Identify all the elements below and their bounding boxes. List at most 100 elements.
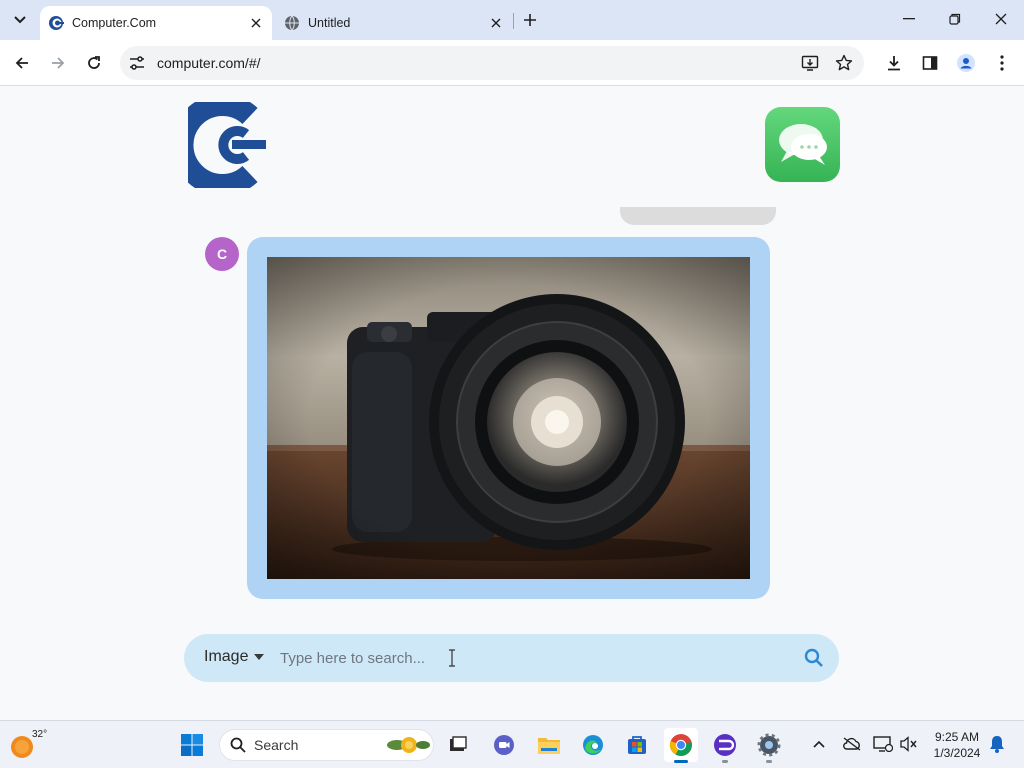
text-cursor-icon: [448, 648, 456, 668]
side-panel-button[interactable]: [917, 50, 943, 76]
minimize-button[interactable]: [894, 6, 924, 32]
weather-widget[interactable]: 32°: [10, 729, 50, 761]
chat-bubbles-icon: [778, 123, 827, 165]
volume-tray-button[interactable]: [898, 733, 920, 755]
download-icon: [888, 56, 900, 71]
chrome-icon: [669, 734, 692, 756]
edge-button[interactable]: [576, 728, 610, 762]
search-icon: [230, 737, 246, 753]
settings-icon: [757, 733, 781, 757]
task-view-button[interactable]: [441, 728, 475, 762]
tab-title: Untitled: [308, 16, 351, 30]
profile-icon: [957, 54, 975, 72]
globe-icon: [284, 15, 300, 31]
install-app-icon[interactable]: [800, 53, 820, 73]
store-button[interactable]: [620, 728, 654, 762]
video-chat-icon: [494, 735, 514, 755]
show-hidden-icons-button[interactable]: [808, 733, 830, 755]
weather-temperature: 32°: [32, 729, 48, 740]
volume-muted-icon: [900, 736, 917, 752]
logo-icon: [171, 94, 266, 196]
address-bar[interactable]: computer.com/#/: [120, 46, 864, 80]
new-tab-button[interactable]: [519, 9, 541, 31]
taskbar: 32° Search 9:25 AM 1/3/2024: [0, 720, 1024, 768]
store-icon: [628, 736, 646, 754]
close-tab-icon[interactable]: [486, 13, 506, 33]
reload-button[interactable]: [81, 50, 107, 76]
meet-button[interactable]: [487, 728, 521, 762]
browser-menu-button[interactable]: [989, 50, 1015, 76]
page-content: C Image Type here to search...: [0, 87, 1024, 720]
clock-time: 9:25 AM: [934, 730, 980, 744]
weather-sun-icon: [11, 736, 33, 758]
app-icon: [714, 734, 736, 756]
bell-icon: [990, 736, 1004, 753]
taskbar-search[interactable]: Search: [219, 729, 434, 761]
clock-date: 1/3/2024: [933, 746, 981, 760]
running-app-indicator: [722, 760, 728, 763]
camera-image: [267, 257, 750, 579]
restore-button[interactable]: [940, 6, 970, 32]
browser-toolbar: computer.com/#/: [0, 40, 1024, 86]
url-text[interactable]: computer.com/#/: [157, 55, 261, 71]
taskbar-search-label: Search: [254, 737, 299, 753]
messages-app-icon[interactable]: [765, 107, 840, 182]
edge-icon: [583, 735, 603, 755]
close-tab-icon[interactable]: [246, 13, 266, 33]
close-window-button[interactable]: [986, 6, 1016, 32]
back-button[interactable]: [9, 50, 35, 76]
settings-button[interactable]: [752, 728, 786, 763]
cloud-offline-icon: [843, 737, 861, 751]
reload-icon: [88, 56, 100, 69]
close-icon: [995, 13, 1007, 25]
file-explorer-button[interactable]: [532, 728, 566, 762]
task-view-icon: [450, 736, 467, 751]
onedrive-tray-button[interactable]: [841, 733, 863, 755]
search-input[interactable]: [280, 645, 780, 671]
search-highlight-icon: [387, 737, 430, 753]
start-button[interactable]: [175, 728, 209, 762]
system-clock[interactable]: 9:25 AM 1/3/2024: [926, 729, 988, 761]
chrome-button[interactable]: [664, 728, 698, 763]
windows-start-icon: [181, 734, 203, 756]
tab-title: Computer.Com: [72, 16, 157, 30]
caret-down-icon: [254, 654, 265, 660]
tab-computer-com[interactable]: Computer.Com: [40, 6, 272, 40]
active-app-indicator: [674, 760, 688, 763]
minimize-icon: [903, 18, 915, 20]
more-vert-icon: [1000, 55, 1004, 71]
previous-message-bubble: [620, 207, 776, 225]
folder-icon: [538, 738, 560, 754]
downloads-button[interactable]: [881, 50, 907, 76]
arrow-left-icon: [15, 57, 28, 69]
restore-icon: [949, 13, 961, 25]
search-icon: [804, 648, 823, 667]
camera-photo[interactable]: [267, 257, 750, 579]
chevron-down-icon: [14, 16, 26, 24]
network-tray-button[interactable]: [872, 733, 894, 755]
site-info-icon[interactable]: [128, 54, 146, 72]
browser-titlebar: Computer.Com Untitled: [0, 0, 1024, 40]
avatar[interactable]: C: [205, 237, 239, 271]
search-bar: Image: [184, 634, 839, 682]
image-message-card: [247, 237, 770, 599]
arrow-right-icon: [52, 57, 65, 69]
computer-com-logo[interactable]: [171, 94, 268, 196]
computer-com-favicon-icon: [48, 15, 64, 31]
bookmark-star-icon[interactable]: [834, 53, 854, 73]
pinned-app-button[interactable]: [708, 728, 742, 763]
chevron-up-icon: [813, 740, 825, 748]
search-mode-dropdown[interactable]: Image: [204, 648, 265, 666]
side-panel-icon: [922, 56, 938, 70]
forward-button[interactable]: [45, 50, 71, 76]
notifications-button[interactable]: [986, 733, 1008, 755]
profile-button[interactable]: [953, 50, 979, 76]
running-app-indicator: [766, 760, 772, 763]
search-submit-button[interactable]: [802, 646, 826, 670]
plus-icon: [524, 14, 536, 26]
tab-untitled[interactable]: Untitled: [276, 6, 512, 40]
search-mode-label: Image: [204, 648, 249, 665]
network-icon: [873, 736, 893, 752]
tab-divider: [513, 13, 514, 29]
tab-search-button[interactable]: [8, 8, 32, 32]
